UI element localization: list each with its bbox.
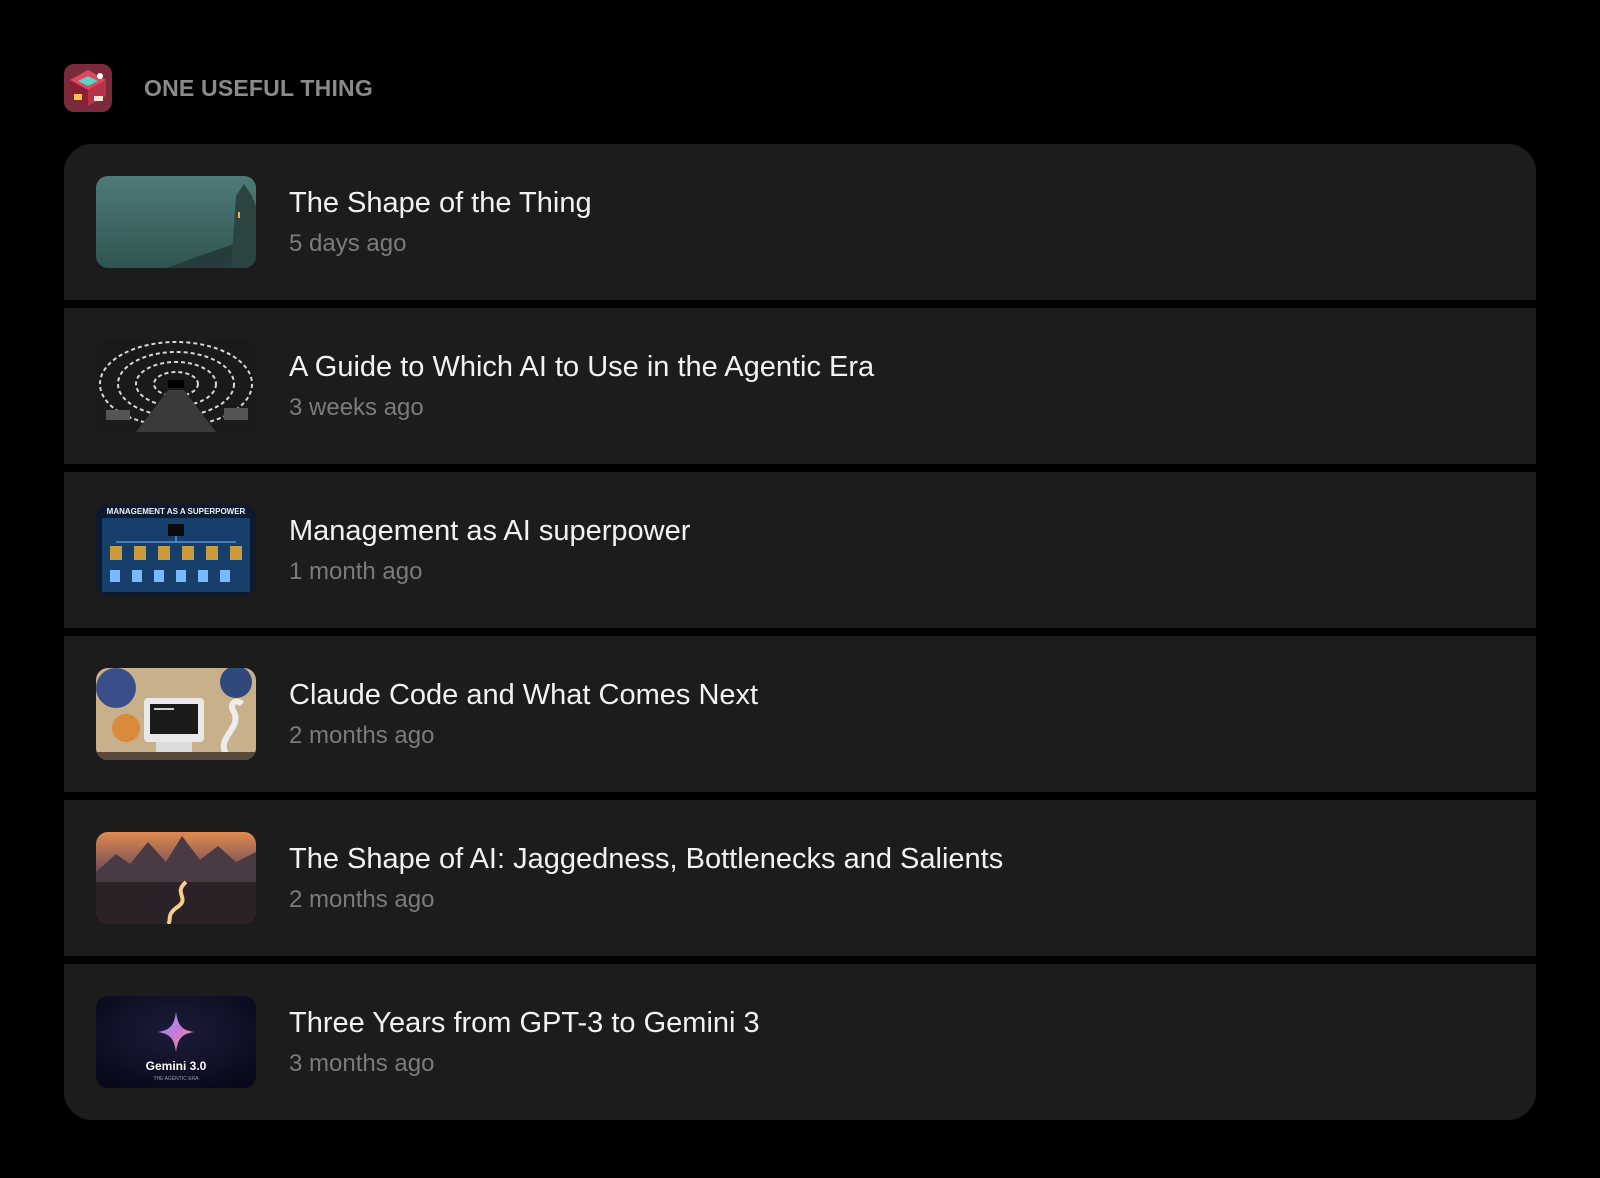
publication-header: ONE USEFUL THING	[64, 64, 373, 112]
screen-tunnel-thumbnail	[96, 340, 256, 432]
org-chart-thumbnail: MANAGEMENT AS A SUPERPOWER	[96, 504, 256, 596]
post-item[interactable]: Gemini 3.0 THE AGENTIC ERA Three Years f…	[64, 964, 1536, 1120]
post-list: The Shape of the Thing 5 days ago A Guid…	[64, 144, 1536, 1120]
post-date: 3 weeks ago	[289, 394, 424, 421]
post-item[interactable]: The Shape of AI: Jaggedness, Bottlenecks…	[64, 800, 1536, 956]
mountain-river-thumbnail	[96, 832, 256, 924]
computer-map-thumbnail	[96, 668, 256, 760]
post-date: 2 months ago	[289, 886, 435, 913]
thumb-caption: MANAGEMENT AS A SUPERPOWER	[107, 507, 246, 516]
post-date: 2 months ago	[289, 722, 435, 749]
post-title[interactable]: Claude Code and What Comes Next	[289, 677, 758, 713]
thumb-caption: Gemini 3.0	[146, 1059, 207, 1073]
post-title[interactable]: The Shape of the Thing	[289, 185, 592, 221]
post-item[interactable]: The Shape of the Thing 5 days ago	[64, 144, 1536, 300]
post-title[interactable]: The Shape of AI: Jaggedness, Bottlenecks…	[289, 841, 1003, 877]
post-date: 3 months ago	[289, 1050, 435, 1077]
misty-castle-thumbnail	[96, 176, 256, 268]
post-title[interactable]: Management as AI superpower	[289, 513, 690, 549]
post-date: 1 month ago	[289, 558, 423, 585]
post-item[interactable]: MANAGEMENT AS A SUPERPOWER Management as…	[64, 472, 1536, 628]
gemini-star-thumbnail: Gemini 3.0 THE AGENTIC ERA	[96, 996, 256, 1088]
post-title[interactable]: A Guide to Which AI to Use in the Agenti…	[289, 349, 874, 385]
post-date: 5 days ago	[289, 230, 407, 257]
thumb-subcaption: THE AGENTIC ERA	[153, 1076, 199, 1082]
isometric-desk-logo-icon[interactable]	[64, 64, 112, 112]
post-item[interactable]: Claude Code and What Comes Next 2 months…	[64, 636, 1536, 792]
post-item[interactable]: A Guide to Which AI to Use in the Agenti…	[64, 308, 1536, 464]
publication-name[interactable]: ONE USEFUL THING	[144, 75, 373, 102]
post-title[interactable]: Three Years from GPT-3 to Gemini 3	[289, 1005, 760, 1041]
